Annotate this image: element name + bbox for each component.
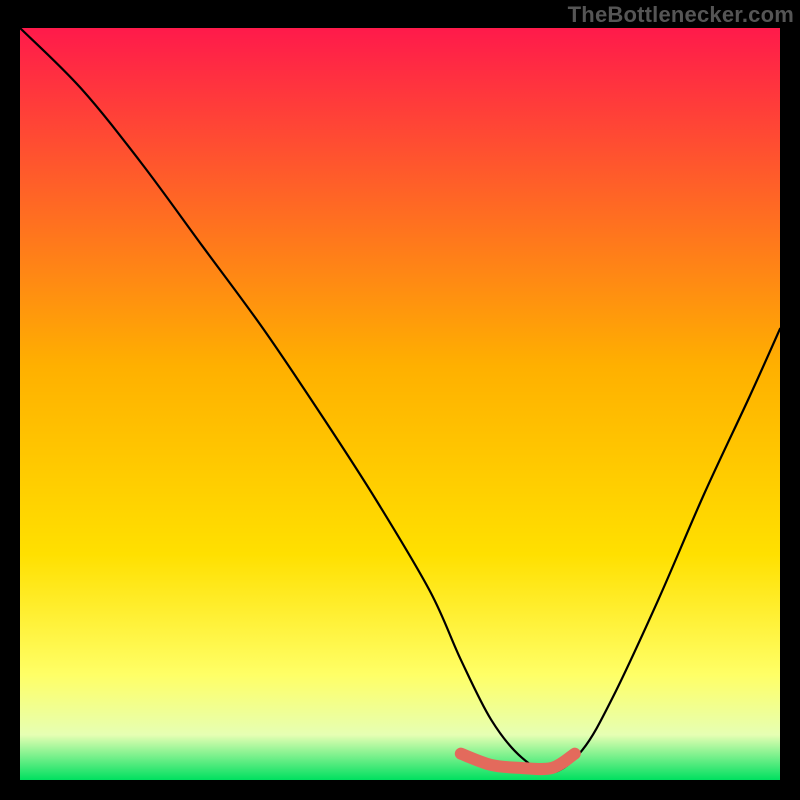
chart-stage: TheBottlenecker.com: [0, 0, 800, 800]
watermark-text: TheBottlenecker.com: [568, 2, 794, 28]
chart-frame: [20, 28, 780, 780]
chart-svg: [20, 28, 780, 780]
plot-background: [20, 28, 780, 780]
